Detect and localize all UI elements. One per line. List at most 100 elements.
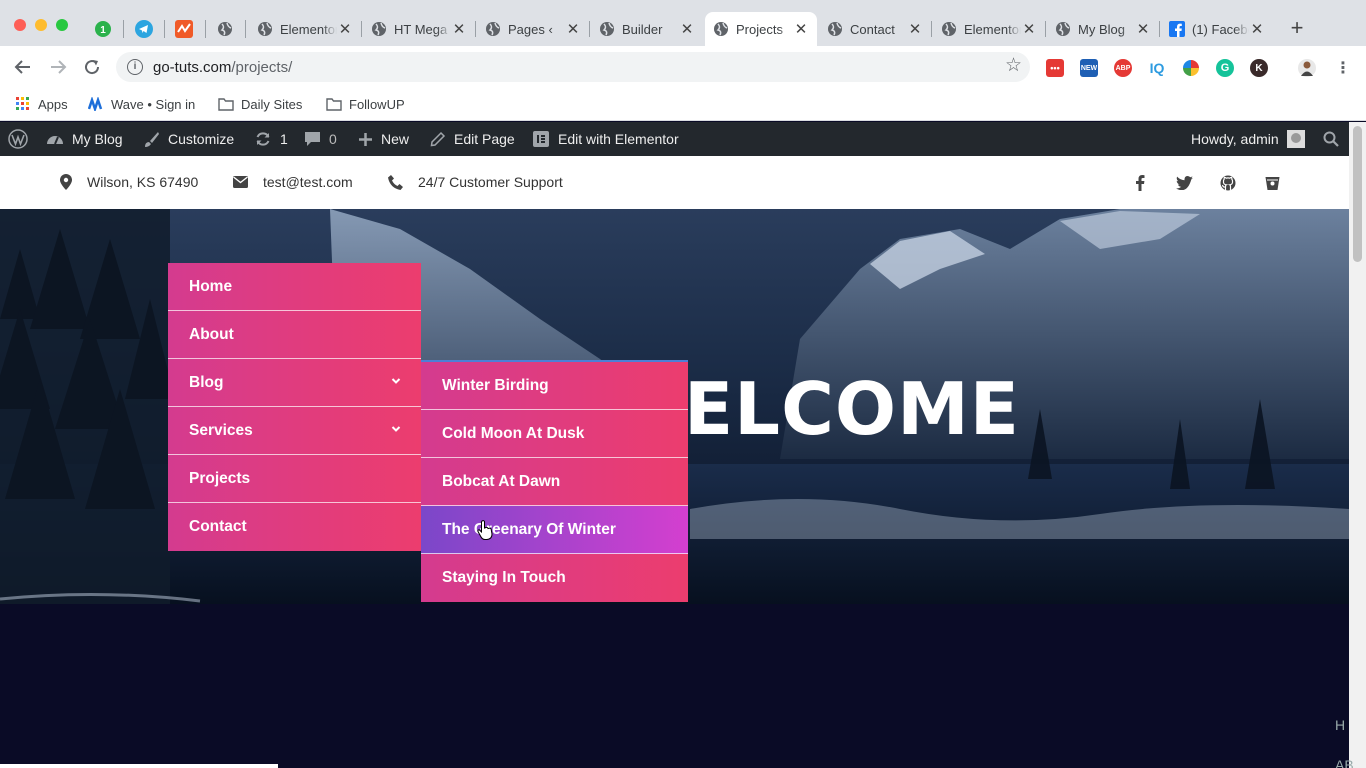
browser-tab[interactable]: Elementor ✕: [933, 12, 1045, 46]
submenu-item-label: The Greenary Of Winter: [442, 520, 616, 538]
close-tab-icon[interactable]: ✕: [451, 20, 467, 38]
close-tab-icon[interactable]: ✕: [1249, 20, 1265, 38]
reload-button[interactable]: [80, 55, 104, 79]
browser-tab[interactable]: Builder ✕: [591, 12, 703, 46]
admin-search-button[interactable]: [1323, 122, 1339, 156]
elementor-icon: [533, 131, 549, 147]
twitter-link[interactable]: [1174, 173, 1194, 193]
k-extension-icon[interactable]: K: [1250, 59, 1268, 77]
site-name-link[interactable]: My Blog: [46, 122, 123, 156]
browser-tab[interactable]: (1) Facebook✕: [1161, 12, 1273, 46]
color-wheel-extension-icon[interactable]: [1182, 59, 1200, 77]
globe-icon: [372, 22, 386, 36]
submenu-item[interactable]: Bobcat At Dawn: [421, 458, 688, 506]
wordpress-icon: [8, 129, 28, 149]
menu-item-contact[interactable]: Contact: [168, 503, 421, 551]
edit-page-link[interactable]: Edit Page: [430, 122, 515, 156]
menu-item-projects[interactable]: Projects: [168, 455, 421, 503]
tab-title: HT Mega: [394, 21, 448, 37]
browser-tab[interactable]: HT Mega ✕: [363, 12, 475, 46]
browser-menu-button[interactable]: ⋮: [1334, 59, 1352, 77]
search-icon: [1323, 131, 1339, 147]
profile-avatar[interactable]: [1298, 59, 1316, 77]
howdy-label: Howdy, admin: [1191, 131, 1279, 147]
my-account-link[interactable]: Howdy, admin: [1191, 122, 1305, 156]
bookmark-daily-sites[interactable]: Daily Sites: [218, 94, 302, 114]
tab-title: Contact: [850, 21, 895, 37]
minimize-window-button[interactable]: [35, 19, 47, 31]
support-info: 24/7 Customer Support: [388, 172, 563, 192]
email-info[interactable]: test@test.com: [233, 172, 353, 192]
apps-grid-icon: [16, 97, 29, 110]
menu-item-label: Blog: [189, 373, 224, 391]
browser-tab[interactable]: Elementor ✕: [249, 12, 361, 46]
pinned-tab-telegram[interactable]: [127, 14, 161, 44]
dashboard-icon: [47, 136, 63, 145]
scrollbar-thumb[interactable]: [1353, 126, 1362, 262]
submenu-item[interactable]: Cold Moon At Dusk: [421, 410, 688, 458]
bookmark-star-icon[interactable]: ☆: [1005, 56, 1022, 76]
plus-icon: [359, 132, 372, 146]
close-tab-icon[interactable]: ✕: [337, 20, 353, 38]
browser-tab[interactable]: Pages ‹ ✕: [477, 12, 589, 46]
github-link[interactable]: [1218, 173, 1238, 193]
bookmarks-bar: Apps Wave • Sign in Daily Sites FollowUP: [0, 88, 1366, 121]
edit-with-elementor-link[interactable]: Edit with Elementor: [532, 122, 679, 156]
close-tab-icon[interactable]: ✕: [679, 20, 695, 38]
customize-link[interactable]: Customize: [143, 122, 234, 156]
reload-icon: [85, 60, 100, 75]
tab-separator: [1159, 21, 1160, 37]
tab-separator: [123, 20, 124, 38]
menu-item-blog[interactable]: Blog: [168, 359, 421, 407]
pinned-tab-globe[interactable]: [208, 14, 242, 44]
close-tab-icon[interactable]: ✕: [907, 20, 923, 38]
menu-item-home[interactable]: Home: [168, 263, 421, 311]
menu-item-services[interactable]: Services: [168, 407, 421, 455]
globe-icon: [1056, 22, 1070, 36]
bookmark-wave[interactable]: Wave • Sign in: [88, 94, 195, 114]
facebook-link[interactable]: [1130, 173, 1150, 193]
blog-submenu: Winter Birding Cold Moon At Dusk Bobcat At…: [421, 360, 688, 602]
menu-item-about[interactable]: About: [168, 311, 421, 359]
close-window-button[interactable]: [14, 19, 26, 31]
pinned-tab-badge[interactable]: 1: [86, 14, 120, 44]
twitter-icon: [1175, 176, 1193, 190]
updates-link[interactable]: 1: [254, 122, 288, 156]
page-content-area: [0, 604, 1349, 768]
new-tab-button[interactable]: +: [1286, 17, 1308, 39]
color-wheel-icon: [1183, 60, 1199, 76]
browser-tab[interactable]: Projects ✕: [705, 12, 817, 46]
address-bar[interactable]: i go-tuts.com/projects/ ☆: [116, 52, 1030, 82]
close-tab-icon[interactable]: ✕: [565, 20, 581, 38]
browser-tab[interactable]: Contact ✕: [819, 12, 931, 46]
close-tab-icon[interactable]: ✕: [1135, 20, 1151, 38]
close-tab-icon[interactable]: ✕: [1021, 20, 1037, 38]
new-content-link[interactable]: New: [358, 122, 409, 156]
submenu-item[interactable]: Winter Birding: [421, 362, 688, 410]
adblock-icon[interactable]: ABP: [1114, 59, 1132, 77]
bookmark-label: FollowUP: [349, 96, 405, 112]
iq-extension-icon[interactable]: IQ: [1148, 59, 1166, 77]
comments-link[interactable]: 0: [304, 122, 337, 156]
pinned-tab-analytics[interactable]: [167, 14, 201, 44]
maximize-window-button[interactable]: [56, 19, 68, 31]
wordpress-logo-button[interactable]: [8, 122, 28, 156]
close-tab-icon[interactable]: ✕: [793, 20, 809, 38]
extension-todo-icon[interactable]: •••: [1046, 59, 1064, 77]
map-pin-icon: [60, 174, 72, 190]
forward-button[interactable]: [46, 55, 70, 79]
grammarly-icon[interactable]: G: [1216, 59, 1234, 77]
url-text: go-tuts.com/projects/: [153, 59, 292, 76]
bookmark-followup[interactable]: FollowUP: [326, 94, 405, 114]
site-info-icon[interactable]: i: [127, 59, 143, 75]
browser-tab[interactable]: My Blog ✕: [1047, 12, 1159, 46]
bookmark-apps[interactable]: Apps: [15, 94, 68, 114]
bitbucket-link[interactable]: [1262, 173, 1282, 193]
hand-cursor-icon: [477, 520, 493, 540]
page-scrollbar[interactable]: [1349, 122, 1366, 768]
globe-icon: [828, 22, 842, 36]
submenu-item[interactable]: Staying In Touch: [421, 554, 688, 602]
extension-news-icon[interactable]: NEW: [1080, 59, 1098, 77]
submenu-item[interactable]: The Greenary Of Winter: [421, 506, 688, 554]
back-button[interactable]: [11, 55, 35, 79]
